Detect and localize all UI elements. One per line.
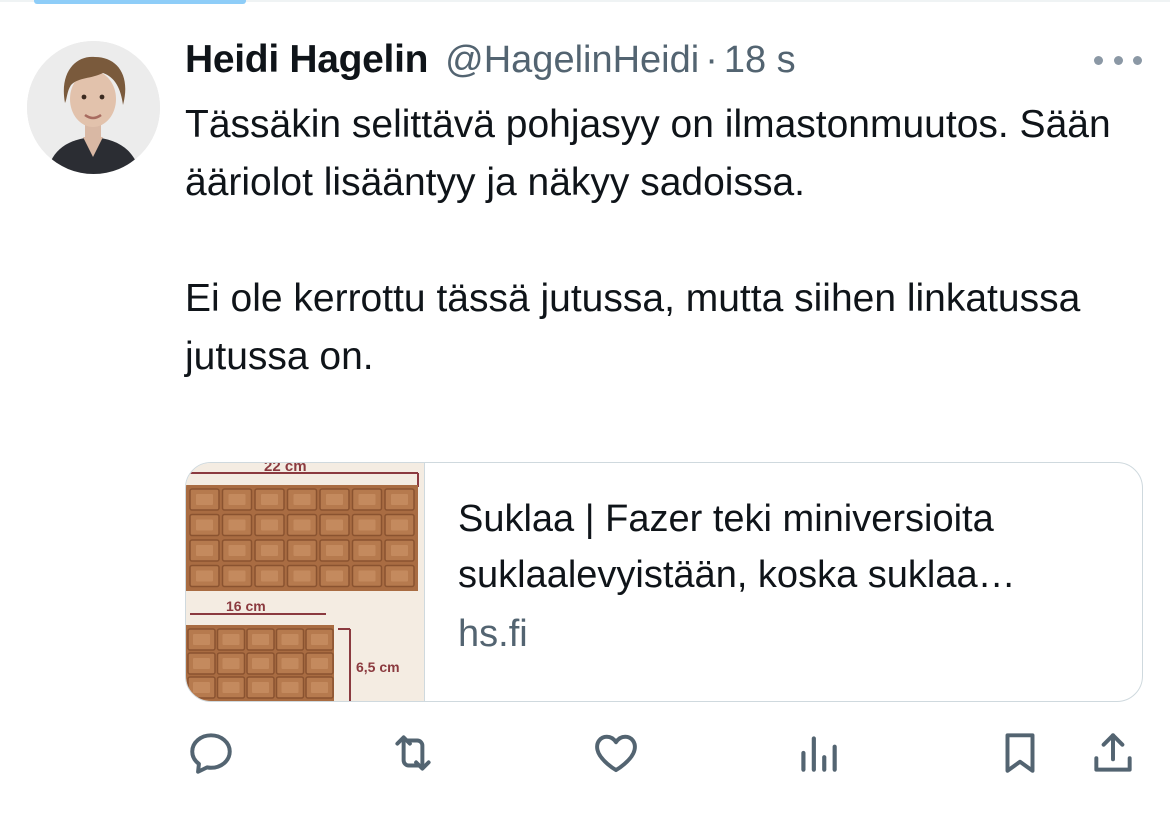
tweet-paragraph-2: Ei ole kerrottu tässä jutussa, mutta sii… xyxy=(185,277,1081,378)
chocolate-bars-image: 22 cm 16 cm 6,5 cm xyxy=(186,463,424,701)
reply-icon[interactable] xyxy=(183,725,239,781)
avatar-image xyxy=(27,41,160,174)
author-name[interactable]: Heidi Hagelin xyxy=(185,38,428,82)
like-icon[interactable] xyxy=(588,725,644,781)
views-icon[interactable] xyxy=(790,725,846,781)
tweet-header: Heidi Hagelin @HagelinHeidi · 18 s xyxy=(185,38,796,88)
link-card-thumbnail: 22 cm 16 cm 6,5 cm xyxy=(186,463,425,701)
dimension-label-22cm: 22 cm xyxy=(264,463,307,475)
avatar[interactable] xyxy=(27,41,160,174)
dimension-label-6-5cm: 6,5 cm xyxy=(356,659,400,675)
tweet-text: Tässäkin selittävä pohjasyy on ilmastonm… xyxy=(185,96,1115,386)
link-card[interactable]: 22 cm 16 cm 6,5 cm Suklaa | Fazer teki m… xyxy=(185,462,1143,702)
more-options-icon[interactable] xyxy=(1094,48,1142,72)
tweet-actions xyxy=(0,725,1170,785)
share-icon[interactable] xyxy=(1085,725,1141,781)
tab-indicator xyxy=(34,0,246,4)
link-card-domain[interactable]: hs.fi xyxy=(458,613,1108,656)
author-handle[interactable]: @HagelinHeidi xyxy=(445,39,699,82)
chocolate-bar-small xyxy=(186,625,334,701)
timestamp[interactable]: 18 s xyxy=(724,39,796,82)
link-card-body[interactable]: Suklaa | Fazer teki miniversioita suklaa… xyxy=(458,491,1108,656)
bookmark-icon[interactable] xyxy=(992,725,1048,781)
chocolate-bar-large xyxy=(186,485,418,591)
dimension-label-16cm: 16 cm xyxy=(226,598,266,614)
tweet-paragraph-1: Tässäkin selittävä pohjasyy on ilmastonm… xyxy=(185,103,1111,204)
separator-dot: · xyxy=(705,39,718,81)
retweet-icon[interactable] xyxy=(385,725,441,781)
link-card-title[interactable]: Suklaa | Fazer teki miniversioita suklaa… xyxy=(458,491,1108,603)
